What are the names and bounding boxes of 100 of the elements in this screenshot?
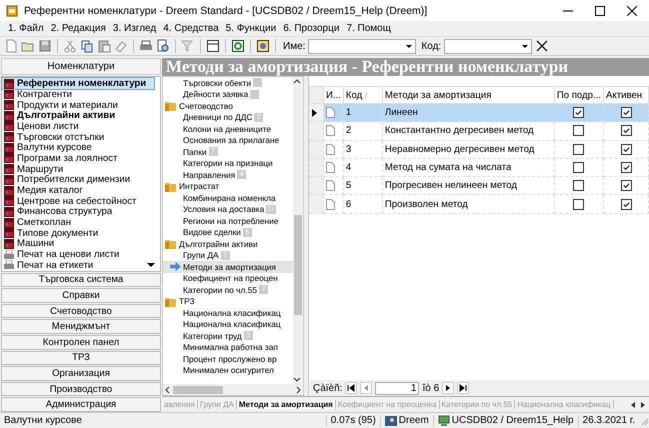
tree-item[interactable]: Колони на дневниците: [163, 123, 293, 134]
sidebar-item[interactable]: Печат на етикети: [2, 260, 160, 271]
resize-grip-icon[interactable]: [639, 416, 649, 426]
tree-folder[interactable]: Счетоводство: [179, 100, 233, 111]
section-button[interactable]: Организация: [1, 366, 161, 381]
sidebar-item[interactable]: Потребителски димензии: [2, 174, 160, 186]
sidebar-item[interactable]: Референтни номенклатури: [2, 78, 154, 89]
tree-item[interactable]: Национална класификац: [163, 307, 293, 318]
section-button[interactable]: Счетоводство: [1, 304, 161, 318]
copy-icon[interactable]: [80, 39, 94, 53]
save-icon[interactable]: [38, 39, 52, 53]
section-button[interactable]: Справки: [1, 288, 161, 303]
new-document-icon[interactable]: [4, 39, 18, 53]
refresh-icon[interactable]: [231, 39, 245, 53]
scroll-up-icon[interactable]: [293, 77, 301, 85]
tree-folder[interactable]: Интрастат: [179, 181, 220, 192]
sidebar-item[interactable]: Валутни курсове: [2, 142, 160, 154]
window-icon[interactable]: [206, 39, 220, 53]
sidebar-item[interactable]: Ценови листи: [2, 121, 160, 132]
scroll-left-icon[interactable]: [163, 386, 171, 394]
tree-item[interactable]: Категории на признаци: [163, 158, 293, 169]
scroll-right-icon[interactable]: [639, 400, 647, 408]
next-record-icon[interactable]: [442, 382, 454, 394]
checkbox[interactable]: [620, 198, 632, 210]
name-field[interactable]: [308, 38, 416, 54]
sidebar-item[interactable]: Маршрути: [2, 164, 160, 174]
scrollbar-thumb[interactable]: [294, 215, 302, 315]
checkbox[interactable]: [620, 144, 632, 155]
section-button[interactable]: Търговска система: [1, 272, 161, 288]
tree-item[interactable]: Методи за амортизация: [163, 261, 293, 272]
scroll-down-icon[interactable]: [147, 262, 155, 268]
tree-item[interactable]: Национална класификац: [163, 318, 293, 330]
close-icon[interactable]: [627, 6, 637, 16]
menu-item[interactable]: 1. Файл: [8, 23, 44, 34]
panel-header[interactable]: Номенклатури: [1, 58, 161, 76]
checkbox[interactable]: [573, 125, 584, 136]
scroll-down-icon[interactable]: [293, 376, 301, 384]
dropdown-icon[interactable]: [521, 42, 530, 50]
menu-item[interactable]: 5. Функции: [226, 23, 276, 34]
scroll-right-icon[interactable]: [295, 386, 303, 394]
tree-folder[interactable]: ТРЗ: [179, 296, 195, 306]
checkbox[interactable]: [573, 198, 584, 210]
sidebar-item[interactable]: Центрове на себестойност: [2, 196, 160, 207]
sidebar-item[interactable]: Програми за лоялност: [2, 153, 160, 164]
section-button[interactable]: Администрация: [1, 397, 161, 412]
tree-item[interactable]: Региони на потребление: [163, 215, 293, 226]
section-button[interactable]: Контролен панел: [1, 335, 161, 350]
checkbox[interactable]: [573, 144, 584, 155]
maximize-icon[interactable]: [595, 6, 605, 16]
section-button[interactable]: ТРЗ: [1, 350, 161, 366]
record-field[interactable]: 1: [375, 382, 420, 394]
tree-folder[interactable]: Дълготрайни активи: [179, 238, 258, 249]
sidebar-item[interactable]: Машини: [2, 238, 160, 250]
column-header[interactable]: Код /: [343, 86, 382, 104]
tree-item[interactable]: Процент прослужено вр: [163, 353, 293, 364]
menu-item[interactable]: 4. Средства: [163, 23, 219, 34]
scroll-left-icon[interactable]: [629, 400, 637, 408]
checkbox[interactable]: [620, 162, 632, 174]
paste-icon[interactable]: [97, 39, 111, 53]
sidebar-item[interactable]: Медия каталог: [2, 185, 160, 196]
printer-icon[interactable]: [139, 39, 153, 53]
sidebar-item[interactable]: Дълготрайни активи: [2, 110, 160, 122]
print-preview-icon[interactable]: [156, 39, 170, 53]
tab[interactable]: Методи за амортизация: [236, 400, 336, 409]
tree-item[interactable]: Търговски обекти: [163, 77, 293, 88]
tree-item[interactable]: Дейности заявка: [163, 88, 293, 100]
section-button[interactable]: Мениджмънт: [1, 319, 161, 334]
tree-item[interactable]: Коефициент на преоцен: [163, 272, 293, 284]
tree-item[interactable]: Комбинирана номенкла: [163, 192, 293, 204]
clear-icon[interactable]: [535, 39, 550, 53]
checkbox[interactable]: [573, 107, 584, 118]
scrollbar-thumb[interactable]: [173, 386, 223, 394]
checkbox[interactable]: [573, 162, 584, 174]
sidebar-item[interactable]: Търговски отстъпки: [2, 132, 160, 142]
sidebar-item[interactable]: Контрагенти: [2, 88, 160, 100]
column-header[interactable]: Активен: [604, 86, 648, 104]
sidebar-item[interactable]: Печат на ценови листи: [2, 249, 160, 260]
menu-item[interactable]: 3. Изглед: [112, 23, 156, 34]
menu-item[interactable]: 6. Прозорци: [283, 23, 340, 34]
code-field[interactable]: [444, 38, 532, 54]
section-button[interactable]: Производство: [1, 382, 161, 396]
checkbox[interactable]: [620, 125, 632, 136]
menu-item[interactable]: 7. Помощ: [346, 23, 391, 34]
column-header[interactable]: Методи за амортизация: [382, 86, 554, 104]
tree-item[interactable]: Минимална работна зап: [163, 342, 293, 353]
column-header[interactable]: По подр...: [554, 86, 604, 104]
column-header[interactable]: И...: [324, 86, 344, 104]
dropdown-icon[interactable]: [405, 42, 414, 50]
tree-item[interactable]: Минимален осигурител: [163, 364, 293, 376]
menu-item[interactable]: 2. Редакция: [50, 23, 106, 34]
sidebar-item[interactable]: Типове документи: [2, 228, 160, 239]
checkbox[interactable]: [573, 180, 584, 192]
sidebar-item[interactable]: Продукти и материали: [2, 100, 160, 110]
sidebar-item[interactable]: Сметкоплан: [2, 217, 160, 228]
tree-item[interactable]: Основания за прилагане: [163, 134, 293, 146]
sidebar-item[interactable]: Финансова структура: [2, 206, 160, 218]
last-record-icon[interactable]: [457, 382, 470, 394]
checkbox[interactable]: [620, 180, 632, 192]
first-record-icon[interactable]: [345, 382, 358, 394]
checkbox[interactable]: [620, 107, 632, 118]
